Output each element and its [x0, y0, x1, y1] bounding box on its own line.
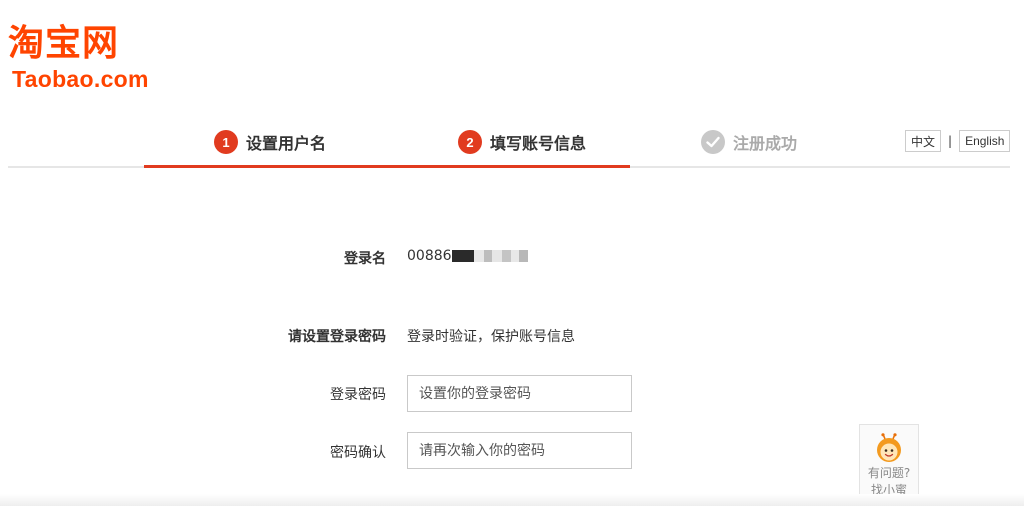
- checkmark-icon: [701, 130, 725, 154]
- help-line-1: 有问题?: [867, 466, 911, 480]
- masked-digits: [473, 250, 484, 262]
- step-registration-success: 注册成功: [701, 130, 797, 154]
- taobao-logo[interactable]: 淘宝网 Taobao.com: [8, 22, 168, 94]
- language-chinese-button[interactable]: 中文: [905, 130, 942, 152]
- step-label: 设置用户名: [246, 134, 327, 153]
- confirm-password-input[interactable]: [407, 432, 632, 469]
- masked-digits: [501, 250, 511, 262]
- confirm-password-label: 密码确认: [330, 445, 386, 461]
- logo-english-text: Taobao.com: [12, 66, 149, 92]
- step-label: 注册成功: [733, 134, 798, 153]
- set-password-label: 请设置登录密码: [288, 329, 386, 345]
- steps-progress-bar: [144, 165, 630, 168]
- password-label: 登录密码: [330, 387, 386, 403]
- password-input[interactable]: [407, 375, 632, 412]
- registration-steps: 1 设置用户名 2 填写账号信息 注册成功: [0, 120, 1024, 168]
- step-fill-account-info: 2 填写账号信息: [458, 130, 586, 154]
- masked-digits: [491, 250, 502, 262]
- login-name-value: 00886: [407, 248, 452, 264]
- logo-chinese-text: 淘宝网: [8, 23, 120, 64]
- masked-digits: [451, 250, 474, 262]
- language-switcher: 中文 | English: [905, 130, 1011, 152]
- masked-digits: [510, 250, 519, 262]
- set-password-hint: 登录时验证，保护账号信息: [407, 329, 575, 345]
- step-number-badge: 1: [214, 130, 238, 154]
- login-name-value-group: 00886: [407, 248, 528, 264]
- masked-digits: [483, 250, 492, 262]
- language-english-button[interactable]: English: [959, 130, 1011, 152]
- step-number-badge: 2: [458, 130, 482, 154]
- step-set-username: 1 设置用户名: [214, 130, 326, 154]
- masked-digits: [518, 250, 528, 262]
- bottom-edge-shadow: [0, 494, 1024, 506]
- step-label: 填写账号信息: [490, 134, 587, 153]
- language-separator: |: [948, 134, 953, 148]
- bee-mascot-icon: [877, 433, 901, 462]
- login-name-label: 登录名: [344, 251, 386, 267]
